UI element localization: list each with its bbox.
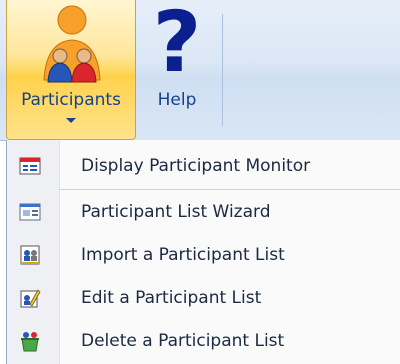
help-label: Help (157, 90, 197, 110)
participants-icon (43, 5, 101, 83)
monitor-icon (19, 157, 41, 175)
menu-item-delete-participant-list[interactable]: Delete a Participant List (7, 321, 400, 361)
chevron-down-icon (66, 118, 76, 123)
delete-icon (21, 332, 39, 352)
help-button[interactable]: ? Help (142, 0, 212, 140)
menu-item-label: Delete a Participant List (81, 331, 285, 351)
menu-item-label: Display Participant Monitor (81, 156, 311, 176)
menu-separator (59, 189, 400, 190)
participants-button[interactable]: Participants (6, 0, 136, 140)
menu-item-edit-participant-list[interactable]: Edit a Participant List (7, 278, 400, 318)
question-mark-icon: ? (152, 0, 202, 91)
edit-icon (20, 289, 41, 308)
import-icon (20, 245, 40, 265)
menu-item-import-participant-list[interactable]: Import a Participant List (7, 235, 400, 275)
participants-label: Participants (21, 90, 121, 110)
ribbon: Participants ? Help (0, 0, 400, 141)
ribbon-divider (222, 14, 223, 126)
participants-dropdown-menu: Display Participant Monitor Participant … (6, 140, 400, 364)
wizard-icon (19, 203, 41, 221)
menu-item-label: Participant List Wizard (81, 202, 271, 222)
menu-item-label: Import a Participant List (81, 245, 285, 265)
menu-item-participant-list-wizard[interactable]: Participant List Wizard (7, 192, 400, 232)
menu-item-display-participant-monitor[interactable]: Display Participant Monitor (7, 146, 400, 186)
menu-item-label: Edit a Participant List (81, 288, 262, 308)
